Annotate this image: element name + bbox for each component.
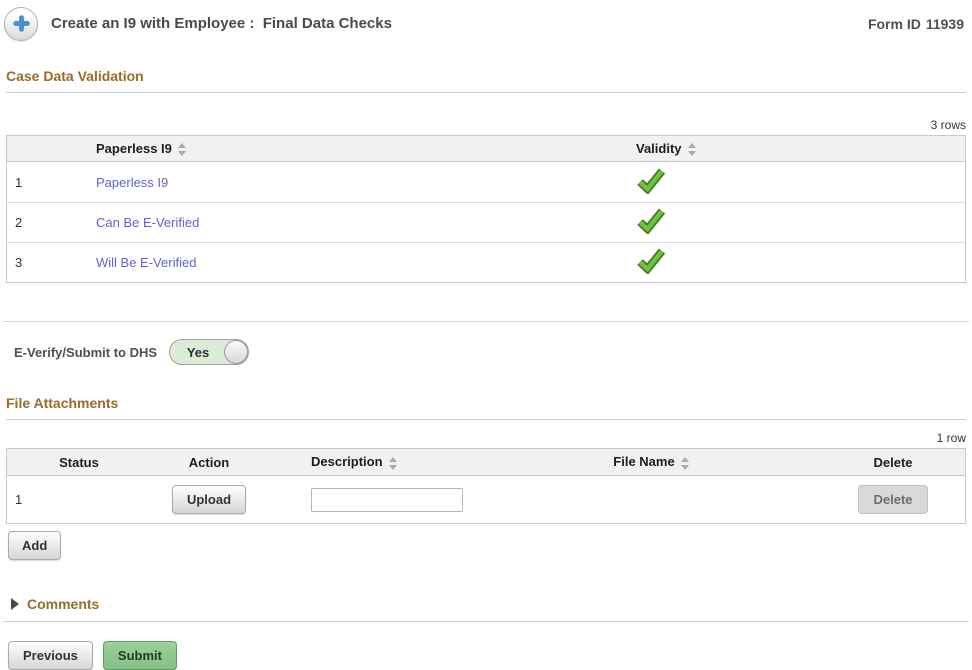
form-id-value: 11939 <box>926 16 964 32</box>
section-divider <box>3 321 969 322</box>
section-heading-case-data-validation: Case Data Validation <box>6 68 966 93</box>
description-input[interactable] <box>311 488 463 512</box>
everify-toggle-value: Yes <box>170 340 226 364</box>
page-title: Create an I9 with Employee : Final Data … <box>51 15 392 32</box>
everify-row: E-Verify/Submit to DHS Yes <box>14 339 972 365</box>
action-cell: Upload <box>125 485 293 514</box>
sort-icon[interactable] <box>178 143 186 156</box>
comments-expander[interactable]: Comments <box>3 596 969 622</box>
expand-arrow-icon <box>11 598 19 610</box>
sort-icon[interactable] <box>681 457 689 470</box>
upload-button[interactable]: Upload <box>172 485 246 514</box>
file-attachments-table: Status Action Description File Name Dele… <box>6 448 966 524</box>
will-be-everified-link[interactable]: Will Be E-Verified <box>96 255 196 270</box>
table-row: 3 Will Be E-Verified <box>7 242 965 282</box>
case-validation-table: Paperless I9 Validity 1 Paperless I9 2 C… <box>6 135 966 283</box>
comments-heading: Comments <box>27 596 99 612</box>
column-header-status: Status <box>33 455 125 470</box>
delete-button[interactable]: Delete <box>858 485 927 514</box>
column-header-validity: Validity <box>629 141 965 156</box>
validity-cell <box>629 248 965 277</box>
attachments-table-header-row: Status Action Description File Name Dele… <box>7 449 965 476</box>
case-table-row-count: 3 rows <box>6 118 966 132</box>
valid-check-icon <box>636 248 666 274</box>
can-be-everified-link[interactable]: Can Be E-Verified <box>96 215 199 230</box>
footer-actions: Previous Submit <box>8 641 972 670</box>
section-heading-file-attachments: File Attachments <box>6 395 966 420</box>
column-header-action: Action <box>125 455 293 470</box>
toggle-knob-icon <box>224 340 248 364</box>
column-header-description: Description <box>293 454 481 469</box>
table-row: 1 Upload Delete <box>7 476 965 523</box>
previous-button[interactable]: Previous <box>8 641 93 670</box>
table-row: 1 Paperless I9 <box>7 162 965 202</box>
page-header: Create an I9 with Employee : Final Data … <box>0 0 972 42</box>
paperless-i9-link[interactable]: Paperless I9 <box>96 175 168 190</box>
validity-cell <box>629 168 965 197</box>
form-id: Form ID 11939 <box>868 16 966 32</box>
everify-label: E-Verify/Submit to DHS <box>14 345 157 360</box>
column-header-paperless-i9: Paperless I9 <box>89 141 629 156</box>
submit-button[interactable]: Submit <box>103 641 177 670</box>
everify-toggle[interactable]: Yes <box>169 339 249 365</box>
validity-cell <box>629 208 965 237</box>
valid-check-icon <box>636 168 666 194</box>
form-id-label: Form ID <box>868 16 921 32</box>
add-form-button[interactable] <box>4 7 38 41</box>
column-header-file-name: File Name <box>481 454 821 469</box>
table-row: 2 Can Be E-Verified <box>7 202 965 242</box>
row-number: 1 <box>7 492 33 507</box>
plus-icon <box>13 15 30 32</box>
valid-check-icon <box>636 208 666 234</box>
sort-icon[interactable] <box>389 457 397 470</box>
column-header-delete: Delete <box>821 455 965 470</box>
row-number: 3 <box>7 255 89 270</box>
add-button[interactable]: Add <box>8 531 61 560</box>
attachments-table-row-count: 1 row <box>6 431 966 445</box>
delete-cell: Delete <box>821 485 965 514</box>
description-cell <box>293 488 481 512</box>
row-number: 2 <box>7 215 89 230</box>
row-number: 1 <box>7 175 89 190</box>
case-table-header-row: Paperless I9 Validity <box>7 136 965 162</box>
sort-icon[interactable] <box>688 143 696 156</box>
